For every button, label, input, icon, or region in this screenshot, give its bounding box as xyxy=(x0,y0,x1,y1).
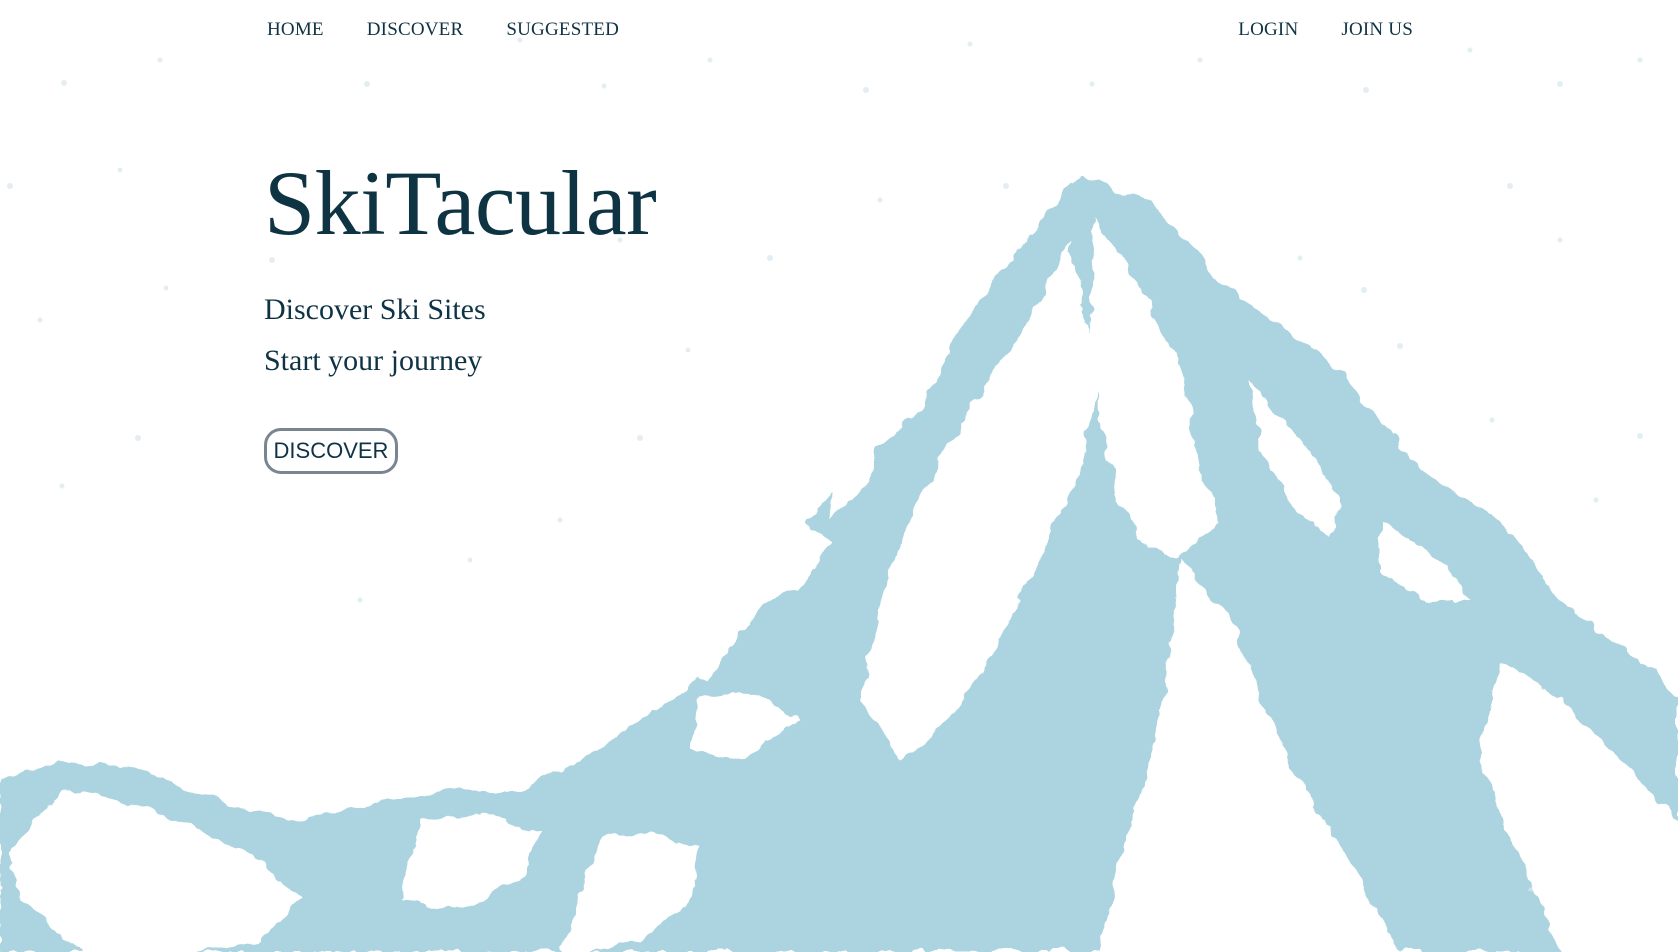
top-navigation: HOME DISCOVER SUGGESTED LOGIN JOIN US xyxy=(0,18,1678,42)
discover-button[interactable]: DISCOVER xyxy=(264,428,398,474)
nav-join-us-link[interactable]: JOIN US xyxy=(1341,18,1413,42)
brand-title: SkiTacular xyxy=(264,152,657,254)
hero-tagline-primary: Discover Ski Sites xyxy=(264,293,486,326)
hero-section: SkiTacular Discover Ski Sites Start your… xyxy=(264,148,657,474)
nav-suggested-link[interactable]: SUGGESTED xyxy=(506,18,619,42)
nav-login-link[interactable]: LOGIN xyxy=(1238,18,1298,42)
nav-right-group: LOGIN JOIN US xyxy=(1238,18,1413,42)
nav-left-group: HOME DISCOVER SUGGESTED xyxy=(267,18,619,42)
mountain-illustration xyxy=(0,37,1678,952)
nav-home-link[interactable]: HOME xyxy=(267,18,324,42)
hero-tagline-secondary: Start your journey xyxy=(264,344,483,377)
nav-discover-link[interactable]: DISCOVER xyxy=(367,18,464,42)
